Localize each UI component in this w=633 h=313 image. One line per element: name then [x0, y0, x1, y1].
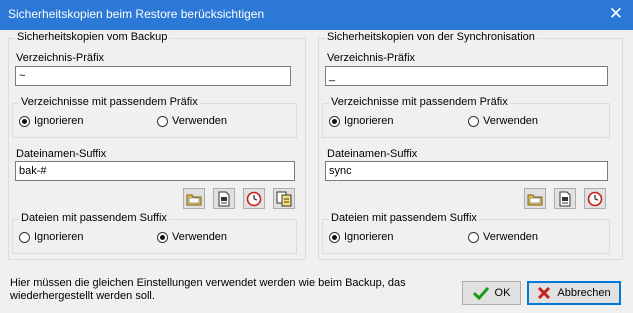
- backup-dir-ignore-label: Ignorieren: [34, 115, 84, 127]
- backup-file-use-label: Verwenden: [172, 231, 228, 243]
- sync-file-suffix-input[interactable]: sync: [325, 161, 608, 181]
- clock-icon: [587, 191, 603, 206]
- backup-file-suffix-label: Dateinamen-Suffix: [16, 148, 107, 160]
- backup-dir-use-label: Verwenden: [172, 115, 228, 127]
- backup-file-use-radio[interactable]: Verwenden: [157, 231, 227, 243]
- date-insert-button[interactable]: [213, 188, 235, 209]
- checkmark-icon: [472, 286, 489, 300]
- backup-dir-prefix-label: Verzeichnis-Präfix: [16, 52, 105, 64]
- cancel-button[interactable]: Abbrechen: [527, 281, 621, 305]
- sync-dir-ignore-label: Ignorieren: [344, 115, 394, 127]
- backup-group-title: Sicherheitskopien vom Backup: [15, 31, 170, 43]
- radio-selected-icon: [19, 115, 30, 127]
- sync-dir-prefix-label: Verzeichnis-Präfix: [327, 52, 416, 64]
- time-insert-button[interactable]: [243, 188, 265, 209]
- copy-documents-icon: [276, 191, 292, 206]
- backup-dir-use-radio[interactable]: Verwenden: [157, 115, 227, 127]
- cancel-button-label: Abbrechen: [557, 287, 611, 299]
- sync-file-use-label: Verwenden: [483, 231, 539, 243]
- folder-icon: [186, 194, 202, 205]
- sync-dir-use-radio[interactable]: Verwenden: [468, 115, 538, 127]
- clock-icon: [246, 191, 262, 206]
- radio-selected-icon: [329, 231, 340, 243]
- title-bar: Sicherheitskopien beim Restore berücksic…: [0, 0, 633, 30]
- backup-file-ignore-radio[interactable]: Ignorieren: [19, 231, 84, 243]
- sync-file-group-title: Dateien mit passendem Suffix: [329, 212, 479, 224]
- close-icon[interactable]: ✕: [609, 4, 623, 24]
- radio-selected-icon: [329, 115, 340, 127]
- radio-selected-icon: [157, 231, 168, 243]
- radio-unselected-icon: [468, 231, 479, 243]
- radio-unselected-icon: [157, 115, 168, 127]
- document-date-icon: [218, 191, 230, 206]
- sync-dir-prefix-input[interactable]: _: [325, 66, 608, 86]
- sync-dir-use-label: Verwenden: [483, 115, 539, 127]
- folder-browse-button[interactable]: [183, 188, 205, 209]
- backup-file-suffix-input[interactable]: bak-#: [15, 161, 295, 181]
- sync-dir-group-title: Verzeichnisse mit passendem Präfix: [329, 96, 510, 108]
- backup-file-group-title: Dateien mit passendem Suffix: [19, 212, 169, 224]
- backup-file-ignore-label: Ignorieren: [34, 231, 84, 243]
- ok-button-label: OK: [494, 287, 511, 299]
- sync-file-suffix-label: Dateinamen-Suffix: [327, 148, 418, 160]
- backup-dir-prefix-input[interactable]: ~: [15, 66, 291, 86]
- radio-unselected-icon: [19, 231, 30, 243]
- sync-dir-ignore-radio[interactable]: Ignorieren: [329, 115, 394, 127]
- backup-dir-ignore-radio[interactable]: Ignorieren: [19, 115, 84, 127]
- backup-dir-group-title: Verzeichnisse mit passendem Präfix: [19, 96, 200, 108]
- sync-file-ignore-radio[interactable]: Ignorieren: [329, 231, 394, 243]
- cancel-x-icon: [538, 286, 551, 300]
- sync-group-title: Sicherheitskopien von der Synchronisatio…: [325, 31, 537, 43]
- document-date-icon: [559, 191, 571, 206]
- sync-file-ignore-label: Ignorieren: [344, 231, 394, 243]
- sync-folder-browse-button[interactable]: [524, 188, 546, 209]
- ok-button[interactable]: OK: [462, 281, 521, 305]
- sync-date-insert-button[interactable]: [554, 188, 576, 209]
- hint-text: Hier müssen die gleichen Einstellungen v…: [10, 277, 406, 302]
- radio-unselected-icon: [468, 115, 479, 127]
- folder-icon: [527, 194, 543, 205]
- window-title: Sicherheitskopien beim Restore berücksic…: [8, 7, 265, 21]
- sync-file-use-radio[interactable]: Verwenden: [468, 231, 538, 243]
- copy-settings-button[interactable]: [273, 188, 295, 209]
- sync-time-insert-button[interactable]: [584, 188, 606, 209]
